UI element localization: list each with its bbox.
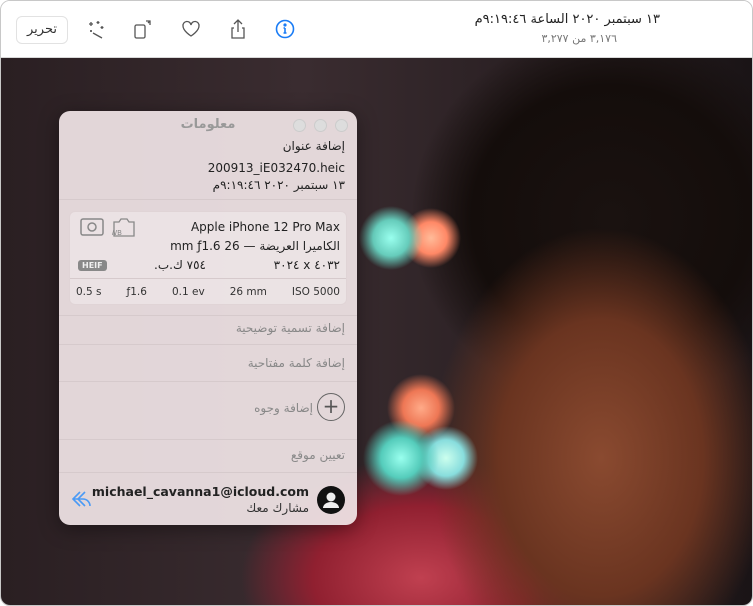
shared-with-you-label: مشارك معك bbox=[246, 501, 309, 515]
rotate-icon[interactable] bbox=[131, 17, 155, 41]
photos-window: تحرير ١٣ سبتمبر ٢٠٢٠ الساعة ٩:١٩:٤٦م ٣,١… bbox=[0, 0, 753, 606]
caption-field[interactable]: إضافة تسمية توضيحية bbox=[236, 321, 345, 335]
camera-device: Apple iPhone 12 Pro Max bbox=[190, 220, 340, 234]
camera-info-card: Apple iPhone 12 Pro Max الكاميرا العريضة… bbox=[69, 211, 347, 305]
add-faces-label[interactable]: إضافة وجوه bbox=[254, 401, 313, 415]
white-balance-icon: WB bbox=[112, 218, 135, 237]
reply-icon[interactable] bbox=[71, 489, 93, 509]
capture-date: ١٣ سبتمبر ٢٠٢٠ ٩:١٩:٤٦م bbox=[212, 178, 345, 192]
location-field[interactable]: تعيين موقع bbox=[291, 448, 345, 462]
toolbar: تحرير ١٣ سبتمبر ٢٠٢٠ الساعة ٩:١٩:٤٦م ٣,١… bbox=[1, 1, 752, 58]
panel-title: معلومات bbox=[180, 117, 236, 132]
focal-length: 26 mm bbox=[229, 285, 267, 298]
exif-row: 0.5 s ƒ1.6 0.1 ev 26 mm ISO 5000 bbox=[70, 278, 346, 304]
shutter-speed: 0.5 s bbox=[76, 285, 102, 298]
exposure-value: 0.1 ev bbox=[171, 285, 205, 298]
info-icon[interactable] bbox=[273, 17, 297, 41]
avatar bbox=[317, 486, 345, 514]
edit-button[interactable]: تحرير bbox=[16, 16, 68, 44]
photo-date-title: ١٣ سبتمبر ٢٠٢٠ الساعة ٩:١٩:٤٦م bbox=[474, 12, 660, 27]
format-badge: HEIF bbox=[78, 260, 107, 271]
file-size: ٧٥٤ ك.ب. bbox=[154, 258, 206, 272]
shared-by-email: michael_cavanna1@icloud.com bbox=[91, 484, 309, 499]
filename: 200913_iE032470.heic bbox=[207, 161, 345, 175]
keyword-field[interactable]: إضافة كلمة مفتاحية bbox=[248, 356, 345, 370]
metering-icon bbox=[80, 218, 104, 236]
svg-text:WB: WB bbox=[112, 229, 122, 237]
photo-count: ٣,١٧٦ من ٣,٢٧٧ bbox=[541, 32, 617, 45]
add-face-button[interactable]: + bbox=[317, 393, 345, 421]
image-dimensions: ٤٠٣٢ x ٣٠٢٤ bbox=[273, 258, 340, 272]
auto-enhance-icon[interactable] bbox=[85, 17, 109, 41]
info-panel: معلومات إضافة عنوان 200913_iE032470.heic… bbox=[59, 111, 357, 525]
iso: ISO 5000 bbox=[291, 285, 340, 298]
title-field[interactable]: إضافة عنوان bbox=[283, 139, 345, 153]
camera-lens: الكاميرا العريضة — 26 mm ƒ1.6 bbox=[170, 239, 340, 253]
aperture: ƒ1.6 bbox=[126, 285, 147, 298]
share-icon[interactable] bbox=[226, 17, 250, 41]
heart-icon[interactable] bbox=[179, 17, 203, 41]
